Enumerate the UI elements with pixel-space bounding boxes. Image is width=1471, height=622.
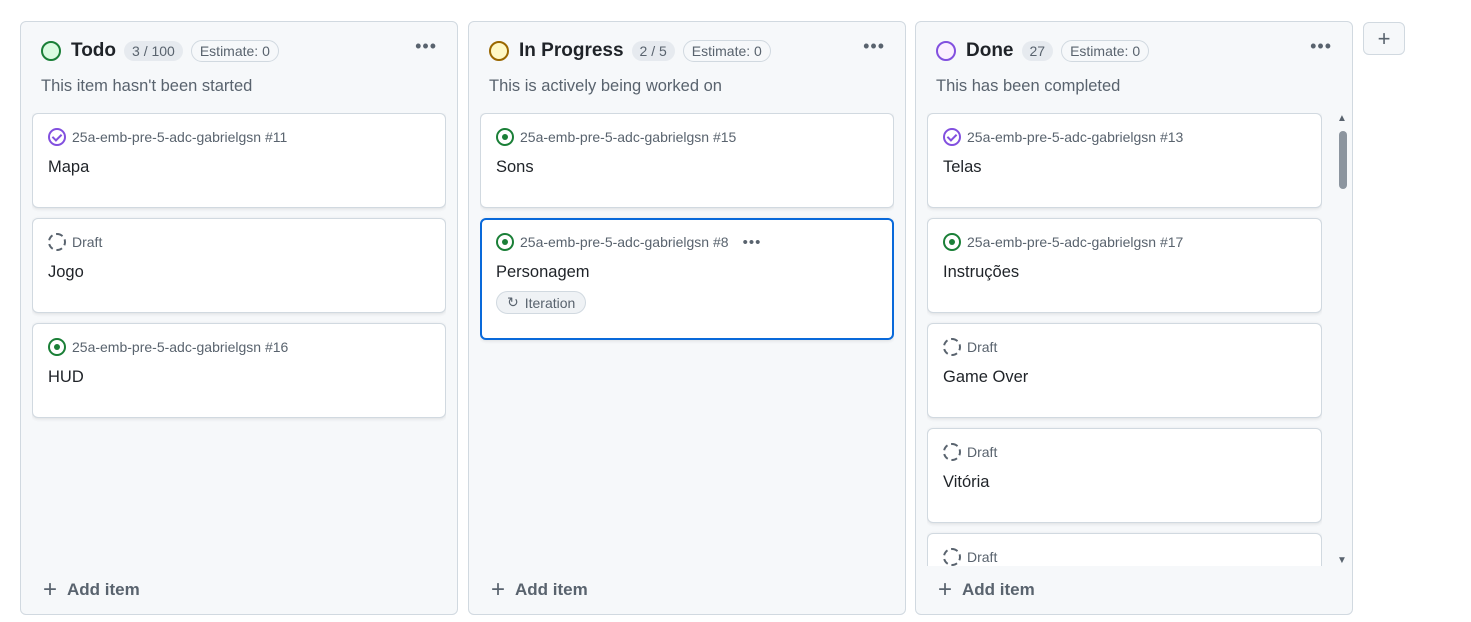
card-reference: Draft [967,339,998,355]
add-item-button[interactable]: + Add item [43,578,140,602]
card-reference: Draft [967,444,998,460]
issue-open-icon [496,233,514,251]
card-title[interactable]: Vitória [943,473,1306,492]
column-more-options-icon[interactable]: ••• [415,36,437,57]
scrollbar-thumb[interactable] [1339,131,1347,189]
column-title: In Progress [519,40,624,61]
card-reference: Draft [72,234,103,250]
card-list: 25a-emb-pre-5-adc-gabrielgsn #11 Mapa Dr… [32,113,446,566]
card-list: 25a-emb-pre-5-adc-gabrielgsn #15 Sons 25… [480,113,894,566]
plus-icon: + [43,576,58,603]
column-title: Done [966,40,1014,61]
scrollbar[interactable]: ▲ ▼ [1337,113,1349,566]
issue-open-icon [496,128,514,146]
estimate-badge: Estimate: 0 [682,40,771,62]
issue-open-icon [943,233,961,251]
card-reference[interactable]: 25a-emb-pre-5-adc-gabrielgsn #13 [967,129,1183,145]
add-item-button[interactable]: + Add item [938,578,1035,602]
card[interactable]: 25a-emb-pre-5-adc-gabrielgsn #13 Telas [927,113,1322,208]
item-count: 3 / 100 [124,41,183,61]
add-item-label: Add item [67,580,140,599]
status-icon [489,41,509,61]
card-reference: Draft [967,549,998,565]
scroll-up-icon[interactable]: ▲ [1337,113,1347,124]
card-title[interactable]: HUD [48,368,430,387]
scroll-down-icon[interactable]: ▼ [1337,555,1347,566]
card[interactable]: 25a-emb-pre-5-adc-gabrielgsn #15 Sons [480,113,894,208]
card[interactable]: Draft Vitória [927,428,1322,523]
iteration-tag[interactable]: ↻ Iteration [496,291,587,314]
card-title[interactable]: Game Over [943,368,1306,387]
item-count: 27 [1021,41,1054,61]
draft-icon [943,338,961,356]
estimate-badge: Estimate: 0 [190,40,279,62]
iteration-icon: ↻ [507,294,519,310]
issue-closed-icon [943,128,961,146]
card[interactable]: Draft Jogo [32,218,446,313]
add-column-button[interactable]: + [1363,22,1405,55]
card-title[interactable]: Telas [943,158,1306,177]
card-title[interactable]: Personagem [496,263,878,282]
card[interactable]: 25a-emb-pre-5-adc-gabrielgsn #8 ••• Pers… [480,218,894,340]
column-todo: Todo 3 / 100 Estimate: 0 ••• This item h… [20,21,458,615]
card-more-options-icon[interactable]: ••• [743,234,762,251]
issue-closed-icon [48,128,66,146]
item-count: 2 / 5 [631,41,675,61]
column-description: This has been completed [936,77,1121,95]
plus-icon: + [491,576,506,603]
card-reference[interactable]: 25a-emb-pre-5-adc-gabrielgsn #17 [967,234,1183,250]
column-in-progress: In Progress 2 / 5 Estimate: 0 ••• This i… [468,21,906,615]
column-done: Done 27 Estimate: 0 ••• This has been co… [915,21,1353,615]
card-reference[interactable]: 25a-emb-pre-5-adc-gabrielgsn #8 [520,234,729,250]
card-title[interactable]: Instruções [943,263,1306,282]
column-more-options-icon[interactable]: ••• [1310,36,1332,57]
add-item-label: Add item [515,580,588,599]
card-list: 25a-emb-pre-5-adc-gabrielgsn #13 Telas 2… [927,113,1322,566]
column-more-options-icon[interactable]: ••• [863,36,885,57]
add-item-label: Add item [962,580,1035,599]
card-reference[interactable]: 25a-emb-pre-5-adc-gabrielgsn #11 [72,129,287,145]
tag-label: Iteration [524,294,576,311]
card[interactable]: Draft Game Over [927,323,1322,418]
estimate-badge: Estimate: 0 [1061,40,1150,62]
draft-icon [943,548,961,566]
card-title[interactable]: Jogo [48,263,430,282]
column-description: This is actively being worked on [489,77,722,95]
card-title[interactable]: Mapa [48,158,430,177]
card-reference[interactable]: 25a-emb-pre-5-adc-gabrielgsn #15 [520,129,736,145]
column-title: Todo [71,40,117,61]
card-reference[interactable]: 25a-emb-pre-5-adc-gabrielgsn #16 [72,339,288,355]
status-icon [41,41,61,61]
status-icon [936,41,956,61]
issue-open-icon [48,338,66,356]
plus-icon: + [938,576,953,603]
draft-icon [943,443,961,461]
draft-icon [48,233,66,251]
card[interactable]: 25a-emb-pre-5-adc-gabrielgsn #16 HUD [32,323,446,418]
card-title[interactable]: Sons [496,158,878,177]
column-description: This item hasn't been started [41,77,253,95]
card[interactable]: 25a-emb-pre-5-adc-gabrielgsn #17 Instruç… [927,218,1322,313]
add-item-button[interactable]: + Add item [491,578,588,602]
card[interactable]: Draft [927,533,1322,566]
card[interactable]: 25a-emb-pre-5-adc-gabrielgsn #11 Mapa [32,113,446,208]
